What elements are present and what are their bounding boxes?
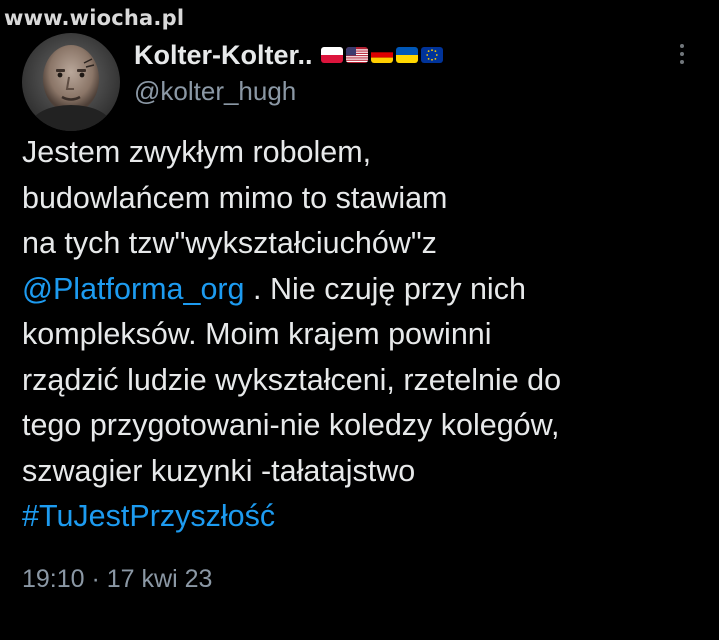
hashtag-link[interactable]: #TuJestPrzyszłość bbox=[22, 499, 275, 533]
flag-list bbox=[320, 47, 443, 63]
tweet-line: budowlańcem mimo to stawiam bbox=[22, 180, 448, 215]
mention-link[interactable]: @Platforma_org bbox=[22, 272, 245, 306]
dot bbox=[680, 44, 684, 48]
tweet-date: 17 kwi 23 bbox=[106, 565, 213, 593]
more-options-icon[interactable] bbox=[672, 40, 692, 68]
tweet-line: na tych tzw"wykształciuchów"z bbox=[22, 226, 437, 260]
tweet-timestamp[interactable]: 19:10 · 17 kwi 23 bbox=[22, 565, 212, 594]
tweet-line-rest: . Nie czuję przy nich bbox=[244, 271, 526, 306]
tweet-text: Jestem zwykłym robolem, budowlańcem mimo… bbox=[22, 130, 702, 540]
profile-header: Kolter-Kolter.. bbox=[134, 38, 443, 72]
tweet-line: Jestem zwykłym robolem, bbox=[22, 135, 372, 169]
tweet-line: @Platforma_org . Nie czuję przy nich bbox=[22, 267, 702, 313]
tweet-line: kompleksów. Moim krajem powinni bbox=[22, 317, 492, 351]
avatar-photo bbox=[22, 33, 120, 131]
meta-separator: · bbox=[84, 565, 107, 593]
flag-germany-icon bbox=[370, 47, 393, 63]
tweet-line: tego przygotowani-nie koledzy kolegów, bbox=[22, 408, 560, 442]
dot bbox=[680, 60, 684, 64]
tweet-line: szwagier kuzynki -tałatajstwo bbox=[22, 453, 416, 488]
flag-ukraine-icon bbox=[395, 47, 418, 63]
watermark-text: www.wiocha.pl bbox=[4, 6, 185, 30]
tweet-time: 19:10 bbox=[22, 565, 85, 593]
dot bbox=[680, 52, 684, 56]
tweet-line: #TuJestPrzyszłość bbox=[22, 494, 702, 540]
avatar[interactable] bbox=[22, 33, 120, 131]
user-handle[interactable]: @kolter_hugh bbox=[134, 76, 296, 107]
display-name[interactable]: Kolter-Kolter.. bbox=[134, 40, 313, 71]
flag-poland-icon bbox=[320, 47, 343, 63]
flag-eu-icon bbox=[420, 47, 443, 63]
flag-usa-icon bbox=[345, 47, 368, 63]
tweet-line: rządzić ludzie wykształceni, rzetelnie d… bbox=[22, 362, 562, 397]
